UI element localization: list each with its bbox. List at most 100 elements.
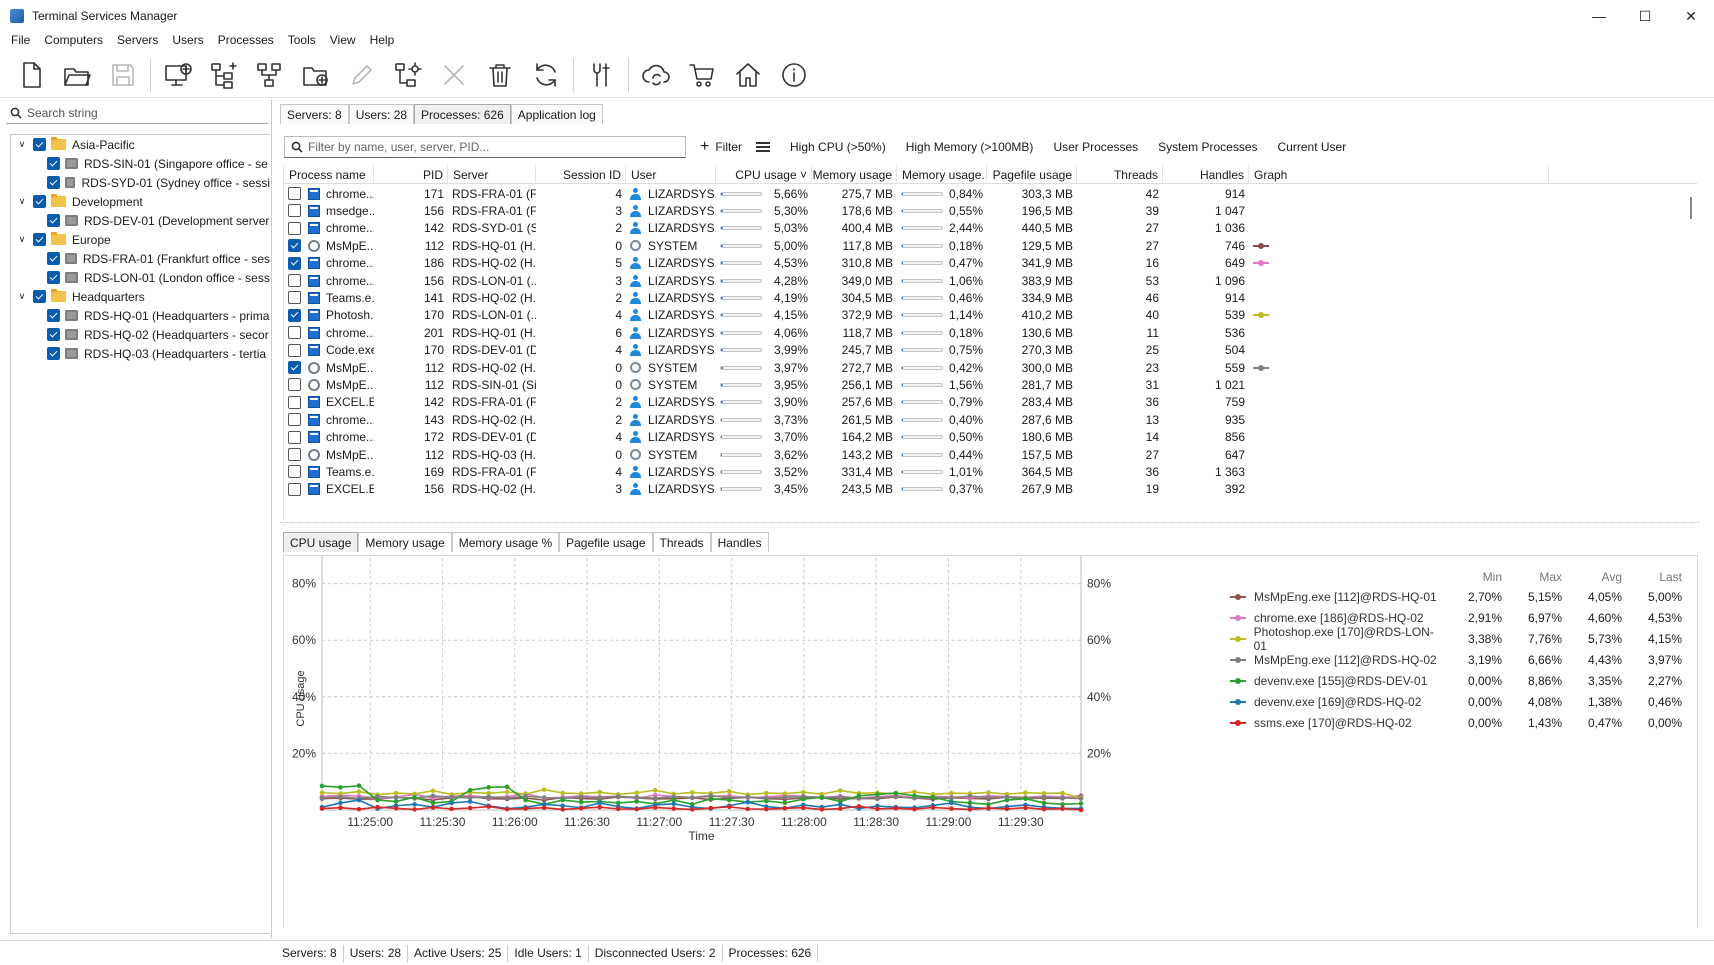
table-row[interactable]: EXCEL.E... 156 RDS-HQ-02 (H... 3 LIZARDSYS..…	[284, 480, 1697, 499]
row-checkbox[interactable]	[288, 326, 301, 340]
group-tree-icon[interactable]	[247, 54, 293, 96]
cart-icon[interactable]	[679, 54, 725, 96]
row-checkbox[interactable]	[288, 221, 301, 235]
tree-node[interactable]: ∨ Europe	[11, 230, 270, 249]
column-header[interactable]: Pagefile usage	[987, 165, 1077, 184]
row-checkbox[interactable]	[288, 413, 301, 427]
chart-tab-memory-usage-percent[interactable]: Memory usage %	[451, 532, 560, 552]
tab-servers[interactable]: Servers: 8	[280, 104, 349, 124]
row-checkbox[interactable]	[288, 482, 301, 496]
row-checkbox[interactable]	[288, 430, 301, 444]
table-row[interactable]: chrome.... 201 RDS-HQ-01 (H... 6 LIZARDSYS..…	[284, 323, 1697, 342]
tree-node[interactable]: ∨ Development	[11, 192, 270, 211]
node-checkbox[interactable]	[47, 309, 60, 322]
tree-node[interactable]: RDS-SIN-01 (Singapore office - se	[11, 154, 270, 173]
quick-filter-high-memory[interactable]: High Memory (>100MB)	[906, 140, 1034, 154]
legend-row[interactable]: MsMpEng.exe [112]@RDS-HQ-02 3,19% 6,66% 4,4…	[1230, 649, 1690, 670]
chart-tab-memory-usage[interactable]: Memory usage	[358, 532, 452, 552]
table-row[interactable]: Teams.e... 169 RDS-FRA-01 (F... 4 LIZARDSYS.…	[284, 462, 1697, 481]
tree-node[interactable]: RDS-HQ-01 (Headquarters - prima	[11, 306, 270, 325]
row-checkbox[interactable]	[288, 291, 301, 305]
row-checkbox[interactable]	[288, 187, 301, 200]
row-checkbox[interactable]	[288, 395, 301, 409]
node-checkbox[interactable]	[47, 157, 60, 170]
chart-tab-cpu-usage[interactable]: CPU usage	[283, 532, 359, 552]
menu-computers[interactable]: Computers	[37, 33, 110, 47]
process-filter-input[interactable]: Filter by name, user, server, PID...	[284, 136, 686, 158]
legend-row[interactable]: Photoshop.exe [170]@RDS-LON-01 3,38% 7,76%…	[1230, 625, 1690, 653]
column-header[interactable]: Memory usage...	[897, 165, 987, 184]
tools-icon[interactable]	[578, 54, 624, 96]
menu-processes[interactable]: Processes	[211, 33, 281, 47]
tab-application-log[interactable]: Application log	[510, 104, 603, 124]
chevron-down-icon[interactable]: ∨	[17, 139, 27, 150]
column-header[interactable]: Session ID	[536, 165, 626, 184]
node-checkbox[interactable]	[33, 138, 46, 151]
legend-row[interactable]: ssms.exe [170]@RDS-HQ-02 0,00% 1,43% 0,47% 0…	[1230, 712, 1690, 733]
add-folder-icon[interactable]	[293, 54, 339, 96]
open-folder-icon[interactable]	[54, 54, 100, 96]
tree-search-input[interactable]: Search string	[6, 102, 268, 124]
node-checkbox[interactable]	[33, 233, 46, 246]
tab-processes[interactable]: Processes: 626	[414, 104, 511, 124]
row-checkbox[interactable]	[288, 378, 301, 392]
new-file-icon[interactable]	[8, 54, 54, 96]
table-row[interactable]: Code.exe 170 RDS-DEV-01 (D... 4 LIZARDSYS...…	[284, 341, 1697, 360]
table-row[interactable]: EXCEL.E... 142 RDS-FRA-01 (F... 2 LIZARDSYS.…	[284, 393, 1697, 412]
node-checkbox[interactable]	[47, 176, 60, 189]
settings-tree-icon[interactable]	[385, 54, 431, 96]
legend-row[interactable]: MsMpEng.exe [112]@RDS-HQ-01 2,70% 5,15% 4,0…	[1230, 586, 1690, 607]
info-icon[interactable]	[771, 54, 817, 96]
tree-node[interactable]: RDS-HQ-02 (Headquarters - secor	[11, 325, 270, 344]
menu-file[interactable]: File	[4, 33, 37, 47]
node-checkbox[interactable]	[33, 195, 46, 208]
legend-row[interactable]: devenv.exe [169]@RDS-HQ-02 0,00% 4,08% 1,38…	[1230, 691, 1690, 712]
row-checkbox[interactable]	[288, 204, 301, 218]
add-group-icon[interactable]	[201, 54, 247, 96]
chart-tab-pagefile-usage[interactable]: Pagefile usage	[559, 532, 653, 552]
tree-node[interactable]: RDS-FRA-01 (Frankfurt office - ses	[11, 249, 270, 268]
table-row[interactable]: chrome.... 172 RDS-DEV-01 (D... 4 LIZARDSYS.…	[284, 428, 1697, 447]
quick-filter-system-processes[interactable]: System Processes	[1158, 140, 1257, 154]
menu-servers[interactable]: Servers	[110, 33, 165, 47]
node-checkbox[interactable]	[33, 290, 46, 303]
column-header[interactable]: Process name	[284, 165, 374, 184]
filter-menu-icon[interactable]	[756, 142, 771, 152]
table-row[interactable]: chrome.... 186 RDS-HQ-02 (H... 5 LIZARDSYS..…	[284, 254, 1697, 273]
menu-tools[interactable]: Tools	[281, 33, 323, 47]
column-header[interactable]: CPU usage ˅	[716, 165, 812, 184]
chart-tab-threads[interactable]: Threads	[652, 532, 711, 552]
legend-row[interactable]: devenv.exe [155]@RDS-DEV-01 0,00% 8,86% 3,3…	[1230, 670, 1690, 691]
save-icon[interactable]	[100, 54, 146, 96]
add-filter-button[interactable]: + Filter	[700, 139, 742, 155]
table-row[interactable]: Photosh... 170 RDS-LON-01 (... 4 LIZARDSYS..…	[284, 306, 1697, 325]
scrollbar-thumb[interactable]	[1690, 197, 1692, 219]
grid-vertical-scrollbar[interactable]	[1684, 165, 1698, 520]
tree-node[interactable]: RDS-DEV-01 (Development server	[11, 211, 270, 230]
table-row[interactable]: MsMpE... 112 RDS-SIN-01 (Si... 0 SYSTEM 3,95%…	[284, 375, 1697, 394]
table-row[interactable]: chrome.... 156 RDS-LON-01 (... 3 LIZARDSYS..…	[284, 271, 1697, 290]
chevron-down-icon[interactable]: ∨	[17, 291, 27, 302]
close-button[interactable]: ✕	[1668, 0, 1714, 32]
row-checkbox[interactable]	[288, 465, 301, 479]
refresh-icon[interactable]	[523, 54, 569, 96]
cloud-sync-icon[interactable]	[633, 54, 679, 96]
table-row[interactable]: MsMpE... 112 RDS-HQ-01 (H... 0 SYSTEM 5,00% 11…	[284, 236, 1697, 255]
chevron-down-icon[interactable]: ∨	[17, 196, 27, 207]
node-checkbox[interactable]	[47, 328, 60, 341]
quick-filter-user-processes[interactable]: User Processes	[1053, 140, 1138, 154]
node-checkbox[interactable]	[47, 271, 60, 284]
tree-node[interactable]: ∨ Asia-Pacific	[11, 135, 270, 154]
table-row[interactable]: MsMpE... 112 RDS-HQ-03 (H... 0 SYSTEM 3,62% 14…	[284, 445, 1697, 464]
column-header[interactable]: Graph	[1249, 165, 1549, 184]
edit-icon[interactable]	[339, 54, 385, 96]
column-header[interactable]: Handles	[1163, 165, 1249, 184]
left-splitter[interactable]	[271, 100, 275, 938]
table-row[interactable]: chrome.... 142 RDS-SYD-01 (S... 2 LIZARDSYS.…	[284, 219, 1697, 238]
node-checkbox[interactable]	[47, 347, 60, 360]
table-row[interactable]: MsMpE... 112 RDS-HQ-02 (H... 0 SYSTEM 3,97% 27…	[284, 358, 1697, 377]
tree-node[interactable]: RDS-HQ-03 (Headquarters - tertia	[11, 344, 270, 363]
column-header[interactable]: PID	[374, 165, 448, 184]
node-checkbox[interactable]	[47, 214, 60, 227]
tree-node[interactable]: RDS-SYD-01 (Sydney office - sessi	[11, 173, 270, 192]
